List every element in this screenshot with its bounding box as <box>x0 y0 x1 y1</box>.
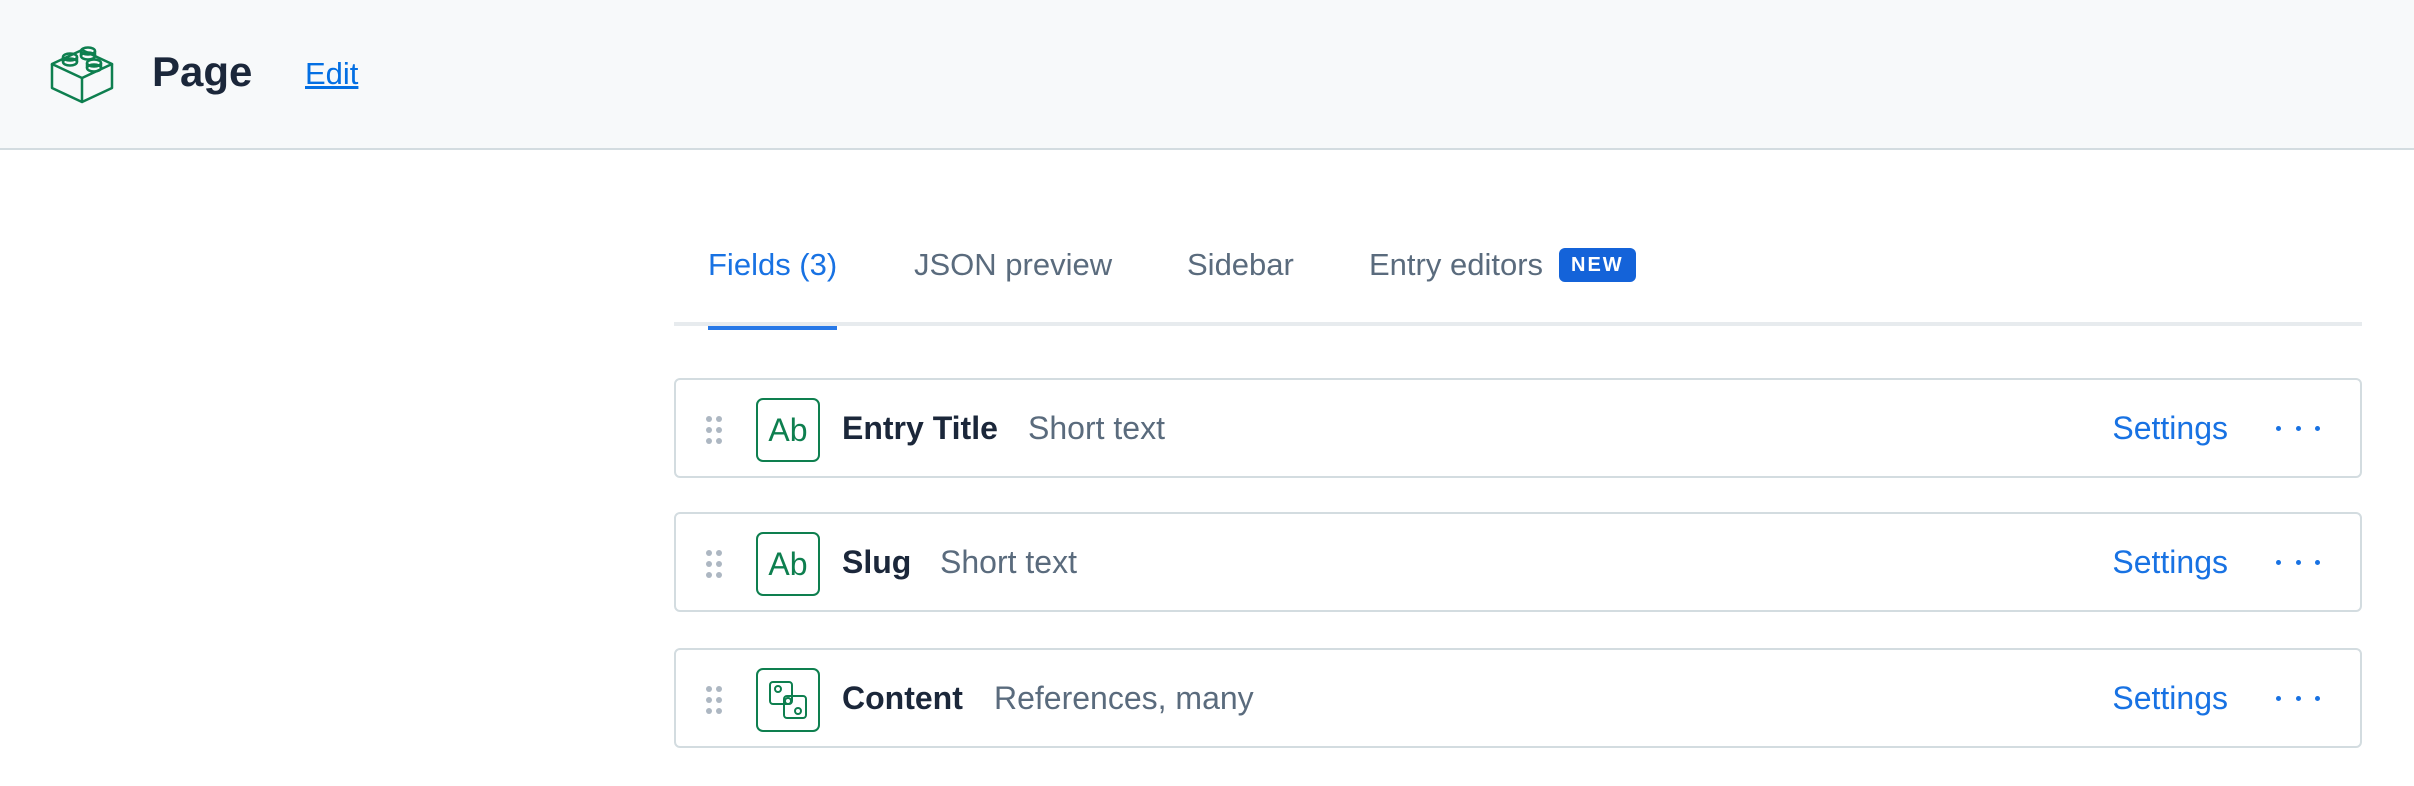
text-field-icon-glyph: Ab <box>768 545 808 582</box>
tab-bar: Fields (3) JSON preview Sidebar Entry ed… <box>674 230 2362 330</box>
field-type: Short text <box>940 544 1077 580</box>
field-row-slug: Ab Slug Short text Settings <box>674 512 2362 612</box>
page-title: Page <box>152 48 253 95</box>
field-row-entry-title: Ab Entry Title Short text Settings <box>674 378 2362 478</box>
drag-handle-icon[interactable] <box>704 414 724 446</box>
text-field-icon-glyph: Ab <box>768 411 808 448</box>
field-settings-button[interactable]: Settings <box>2112 650 2228 746</box>
content-type-block-icon <box>50 46 114 104</box>
text-field-icon: Ab <box>756 532 820 596</box>
tab-sidebar[interactable]: Sidebar <box>1187 230 1294 326</box>
more-actions-icon[interactable] <box>2276 514 2320 610</box>
tab-entry-editors-label: Entry editors <box>1369 247 1544 282</box>
tab-sidebar-label: Sidebar <box>1187 247 1294 282</box>
tab-fields-label: Fields (3) <box>708 247 838 282</box>
more-actions-icon[interactable] <box>2276 650 2320 746</box>
field-settings-button[interactable]: Settings <box>2112 380 2228 476</box>
tab-fields[interactable]: Fields (3) <box>708 230 838 330</box>
tab-entry-editors[interactable]: Entry editors NEW <box>1369 230 1636 326</box>
field-type: References, many <box>994 680 1254 716</box>
field-name: Content <box>842 680 963 716</box>
drag-handle-icon[interactable] <box>704 684 724 716</box>
tab-json-preview-label: JSON preview <box>914 247 1113 282</box>
field-row-content: Content References, many Settings <box>674 648 2362 748</box>
more-actions-icon[interactable] <box>2276 380 2320 476</box>
edit-link[interactable]: Edit <box>305 54 358 94</box>
field-name: Entry Title <box>842 410 998 446</box>
text-field-icon: Ab <box>756 398 820 462</box>
tab-json-preview[interactable]: JSON preview <box>914 230 1112 326</box>
drag-handle-icon[interactable] <box>704 548 724 580</box>
field-settings-button[interactable]: Settings <box>2112 514 2228 610</box>
page-header: Page Edit <box>0 0 2414 150</box>
new-badge: NEW <box>1559 248 1636 282</box>
field-type: Short text <box>1028 410 1165 446</box>
references-field-icon <box>756 668 820 732</box>
field-name: Slug <box>842 544 912 580</box>
